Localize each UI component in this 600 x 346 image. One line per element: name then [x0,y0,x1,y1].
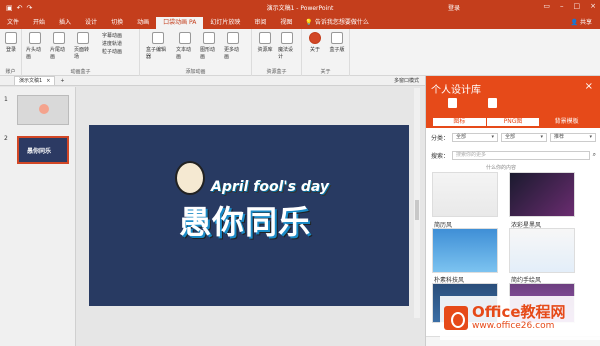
ribbon-group-resources: 资源库 魔法设计 资源盒子 [252,29,302,76]
lightbulb-icon: 💡 [305,19,313,26]
particle-anim-button[interactable]: 粒子动画 [102,48,122,56]
maximize-icon[interactable]: □ [574,2,581,10]
subtitle-anim-button[interactable]: 字幕动画 [102,32,122,40]
panel-title: 个人设计库 [431,85,481,96]
transition-icon [77,32,89,44]
login-link[interactable]: 登录 [448,3,460,12]
ribbon-group-add-anim: 盒子编辑器 文本动画 图形动画 更多动画 添加动画 [140,29,252,76]
search-input[interactable]: 搜索你的更多 [452,150,590,160]
ribbon-group-about: 关于 盒子版 关于 [302,29,350,76]
type-select[interactable]: 全部 ▾ [501,132,548,142]
menu-item-0[interactable]: 文件 [0,17,26,29]
window-title: 演示文稿1 - PowerPoint [266,5,334,12]
cube-icon[interactable] [448,98,457,108]
document-icon[interactable] [488,98,497,108]
intro-anim-button[interactable]: 片头动画 [26,32,44,60]
close-icon[interactable]: × [590,2,596,10]
magic-design-button[interactable]: 魔法设计 [278,32,296,60]
page-transition-button[interactable]: 页面转场 [74,32,92,60]
slide-number-2: 2 [4,135,8,142]
watermark: Office教程网 www.office26.com [440,296,600,340]
magic-design-icon [281,32,293,44]
share-button[interactable]: 👤 共享 [571,17,592,29]
close-tab-icon[interactable]: × [46,77,50,85]
slide-thumbnail-1[interactable] [17,95,69,125]
text-anim-icon [179,32,191,44]
office-logo-icon [444,306,468,330]
segment-png[interactable]: PNG图 [487,118,541,126]
slide-number-1: 1 [4,96,8,103]
menu-item-1[interactable]: 开始 [26,17,52,29]
document-tab[interactable]: 演示文稿1 × [14,76,56,85]
about-button[interactable]: 关于 [306,32,324,53]
title-bar: ▣ ↶ ↷ 演示文稿1 - PowerPoint 登录 ▭ – □ × [0,0,600,15]
about-icon [309,32,321,44]
resource-library-button[interactable]: 资源库 [256,32,274,53]
multi-window-toggle[interactable]: 多窗口模式 [394,77,419,84]
slide-thumbnail-2[interactable]: 愚你同乐 [17,136,69,164]
shape-anim-button[interactable]: 图形动画 [200,32,218,60]
menu-item-9[interactable]: 视图 [273,17,299,29]
scrollbar-thumb[interactable] [415,200,419,220]
segment-icons[interactable]: 图标 [433,118,487,126]
search-row: 搜索： 搜索你的更多 ⌕ [431,150,596,160]
ribbon: 登录 账户 片头动画 片尾动画 页面转场 字幕动画 进度轨道 粒子动画 动画盒子… [0,29,600,76]
menu-item-8[interactable]: 审阅 [247,17,273,29]
watermark-title: Office教程网 [472,302,566,321]
panel-close-icon[interactable]: × [585,81,593,92]
tell-me-search[interactable]: 💡 告诉我您想要做什么 [305,17,369,29]
template-card-4[interactable] [509,228,575,273]
box-editor-icon [152,32,164,44]
progress-track-button[interactable]: 进度轨道 [102,40,122,48]
slide-canvas[interactable]: April fool's day 愚你同乐 [89,125,409,306]
minimize-icon[interactable]: – [560,2,564,10]
login-button[interactable]: 登录 [2,32,20,53]
menu-bar: 文件 开始 插入 设计 切换 动画 口袋动画 PA 幻灯片放映 审阅 视图 💡 告诉我您想要做什么 👤 … [0,15,600,29]
box-editor-button[interactable]: 盒子编辑器 [146,32,170,60]
menu-item-3[interactable]: 设计 [78,17,104,29]
intro-anim-icon [29,32,41,44]
chevron-down-icon: ▾ [589,133,593,140]
box-edition-button[interactable]: 盒子版 [328,32,346,53]
template-card-1[interactable] [432,172,498,217]
cartoon-face-icon [175,161,205,195]
ribbon-group-account: 登录 账户 [0,29,22,76]
menu-item-4[interactable]: 切换 [104,17,130,29]
panel-segment-tabs: 图标 PNG图 背景模板 [432,117,594,127]
user-icon [5,32,17,44]
search-icon[interactable]: ⌕ [593,151,596,159]
template-card-3[interactable] [432,228,498,273]
ribbon-options-icon[interactable]: ▭ [543,2,550,10]
more-anim-icon [227,32,239,44]
menu-item-6[interactable]: 口袋动画 PA [156,17,204,29]
outro-anim-button[interactable]: 片尾动画 [50,32,68,60]
ribbon-group-anim-box: 片头动画 片尾动画 页面转场 字幕动画 进度轨道 粒子动画 动画盒子 [22,29,140,76]
filter-row: 分类： 全部 ▾ 全部 ▾ 推荐 ▾ [431,132,597,142]
chevron-down-icon: ▾ [491,133,495,140]
add-tab-icon[interactable]: + [60,78,64,84]
segment-templates[interactable]: 背景模板 [540,118,594,126]
slide-subtitle[interactable]: April fool's day [211,179,329,195]
toggle-icon [331,32,343,44]
menu-item-5[interactable]: 动画 [130,17,156,29]
shape-anim-icon [203,32,215,44]
logo-icon [39,104,49,114]
more-anim-button[interactable]: 更多动画 [224,32,242,60]
library-icon [259,32,271,44]
template-card-2[interactable] [509,172,575,217]
text-anim-button[interactable]: 文本动画 [176,32,194,60]
menu-item-2[interactable]: 插入 [52,17,78,29]
slide-title[interactable]: 愚你同乐 [179,197,311,243]
slide-thumbnail-pane [0,87,76,346]
category-select[interactable]: 全部 ▾ [452,132,499,142]
panel-hint: 什么你的内容 [486,165,517,171]
menu-item-7[interactable]: 幻灯片放映 [203,17,247,29]
sort-select[interactable]: 推荐 ▾ [550,132,597,142]
watermark-url: www.office26.com [472,320,555,331]
chevron-down-icon: ▾ [540,133,544,140]
document-tabbar: 演示文稿1 × + 多窗口模式 [0,76,425,86]
outro-anim-icon [53,32,65,44]
